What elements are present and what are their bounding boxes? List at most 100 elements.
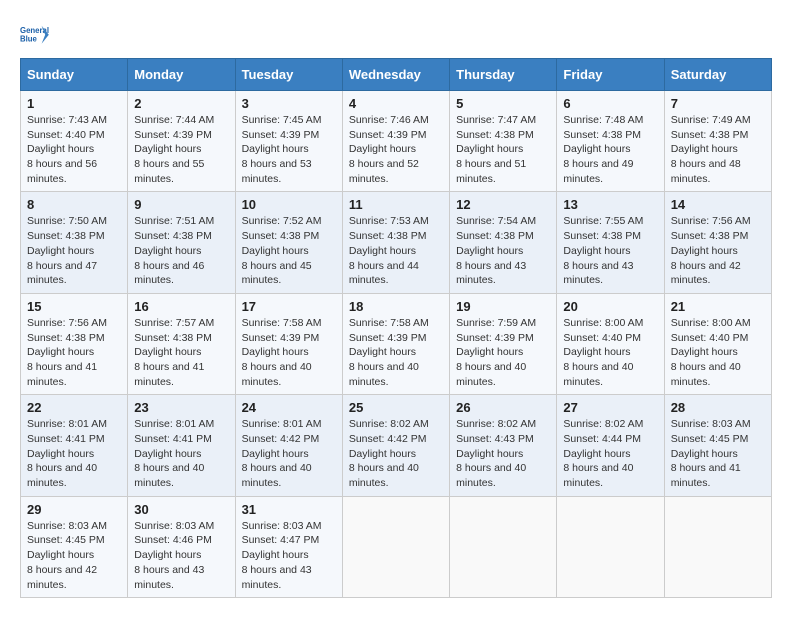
- day-detail: Sunrise: 7:59 AM Sunset: 4:39 PM Dayligh…: [456, 316, 550, 389]
- sunset-label: Sunset:: [456, 129, 495, 141]
- daylight-label: Daylight hours: [456, 448, 523, 460]
- daylight-label: Daylight hours: [349, 143, 416, 155]
- calendar-cell: 18 Sunrise: 7:58 AM Sunset: 4:39 PM Dayl…: [342, 293, 449, 394]
- day-number: 27: [563, 400, 657, 415]
- daylight-label: Daylight hours: [134, 346, 201, 358]
- calendar-cell: 23 Sunrise: 8:01 AM Sunset: 4:41 PM Dayl…: [128, 395, 235, 496]
- sunset-label: Sunset:: [563, 433, 602, 445]
- day-detail: Sunrise: 8:03 AM Sunset: 4:46 PM Dayligh…: [134, 519, 228, 592]
- day-number: 19: [456, 299, 550, 314]
- day-detail: Sunrise: 7:56 AM Sunset: 4:38 PM Dayligh…: [27, 316, 121, 389]
- calendar-cell: 10 Sunrise: 7:52 AM Sunset: 4:38 PM Dayl…: [235, 192, 342, 293]
- header-day-friday: Friday: [557, 59, 664, 91]
- daylight-label: Daylight hours: [671, 346, 738, 358]
- sunset-label: Sunset:: [671, 433, 710, 445]
- day-detail: Sunrise: 8:02 AM Sunset: 4:42 PM Dayligh…: [349, 417, 443, 490]
- day-detail: Sunrise: 8:02 AM Sunset: 4:43 PM Dayligh…: [456, 417, 550, 490]
- calendar-cell: 31 Sunrise: 8:03 AM Sunset: 4:47 PM Dayl…: [235, 496, 342, 597]
- sunset-label: Sunset:: [456, 433, 495, 445]
- day-detail: Sunrise: 7:53 AM Sunset: 4:38 PM Dayligh…: [349, 214, 443, 287]
- calendar-cell: 8 Sunrise: 7:50 AM Sunset: 4:38 PM Dayli…: [21, 192, 128, 293]
- daylight-label: Daylight hours: [563, 448, 630, 460]
- daylight-label: Daylight hours: [563, 143, 630, 155]
- sunrise-label: Sunrise:: [671, 418, 712, 430]
- daylight-label: Daylight hours: [27, 549, 94, 561]
- sunset-label: Sunset:: [242, 433, 281, 445]
- sunset-label: Sunset:: [456, 230, 495, 242]
- day-number: 12: [456, 197, 550, 212]
- calendar-cell: [664, 496, 771, 597]
- calendar-cell: 21 Sunrise: 8:00 AM Sunset: 4:40 PM Dayl…: [664, 293, 771, 394]
- day-number: 16: [134, 299, 228, 314]
- daylight-label: Daylight hours: [456, 143, 523, 155]
- sunrise-label: Sunrise:: [27, 520, 68, 532]
- day-detail: Sunrise: 7:54 AM Sunset: 4:38 PM Dayligh…: [456, 214, 550, 287]
- sunset-label: Sunset:: [349, 230, 388, 242]
- daylight-label: Daylight hours: [456, 346, 523, 358]
- day-number: 30: [134, 502, 228, 517]
- day-detail: Sunrise: 7:43 AM Sunset: 4:40 PM Dayligh…: [27, 113, 121, 186]
- calendar-week-1: 1 Sunrise: 7:43 AM Sunset: 4:40 PM Dayli…: [21, 91, 772, 192]
- daylight-label: Daylight hours: [563, 346, 630, 358]
- day-detail: Sunrise: 8:03 AM Sunset: 4:45 PM Dayligh…: [27, 519, 121, 592]
- daylight-label: Daylight hours: [27, 143, 94, 155]
- page-header: GeneralBlue: [20, 20, 772, 50]
- sunset-label: Sunset:: [349, 433, 388, 445]
- day-number: 17: [242, 299, 336, 314]
- sunrise-label: Sunrise:: [134, 317, 175, 329]
- calendar-cell: 4 Sunrise: 7:46 AM Sunset: 4:39 PM Dayli…: [342, 91, 449, 192]
- sunset-label: Sunset:: [27, 534, 66, 546]
- day-number: 1: [27, 96, 121, 111]
- calendar-week-4: 22 Sunrise: 8:01 AM Sunset: 4:41 PM Dayl…: [21, 395, 772, 496]
- sunrise-label: Sunrise:: [27, 418, 68, 430]
- daylight-label: Daylight hours: [27, 245, 94, 257]
- day-number: 9: [134, 197, 228, 212]
- sunset-label: Sunset:: [563, 129, 602, 141]
- sunset-label: Sunset:: [242, 534, 281, 546]
- sunrise-label: Sunrise:: [27, 317, 68, 329]
- daylight-label: Daylight hours: [671, 143, 738, 155]
- day-number: 31: [242, 502, 336, 517]
- daylight-label: Daylight hours: [349, 245, 416, 257]
- daylight-label: Daylight hours: [671, 448, 738, 460]
- day-number: 24: [242, 400, 336, 415]
- day-detail: Sunrise: 7:52 AM Sunset: 4:38 PM Dayligh…: [242, 214, 336, 287]
- calendar-week-3: 15 Sunrise: 7:56 AM Sunset: 4:38 PM Dayl…: [21, 293, 772, 394]
- day-number: 10: [242, 197, 336, 212]
- sunrise-label: Sunrise:: [27, 215, 68, 227]
- daylight-label: Daylight hours: [242, 346, 309, 358]
- calendar-table: SundayMondayTuesdayWednesdayThursdayFrid…: [20, 58, 772, 598]
- calendar-cell: 1 Sunrise: 7:43 AM Sunset: 4:40 PM Dayli…: [21, 91, 128, 192]
- day-number: 21: [671, 299, 765, 314]
- calendar-cell: 9 Sunrise: 7:51 AM Sunset: 4:38 PM Dayli…: [128, 192, 235, 293]
- sunrise-label: Sunrise:: [456, 114, 497, 126]
- sunset-label: Sunset:: [242, 129, 281, 141]
- sunset-label: Sunset:: [27, 230, 66, 242]
- sunset-label: Sunset:: [242, 332, 281, 344]
- calendar-cell: 28 Sunrise: 8:03 AM Sunset: 4:45 PM Dayl…: [664, 395, 771, 496]
- calendar-cell: 22 Sunrise: 8:01 AM Sunset: 4:41 PM Dayl…: [21, 395, 128, 496]
- header-day-wednesday: Wednesday: [342, 59, 449, 91]
- calendar-cell: 25 Sunrise: 8:02 AM Sunset: 4:42 PM Dayl…: [342, 395, 449, 496]
- day-number: 18: [349, 299, 443, 314]
- calendar-cell: 3 Sunrise: 7:45 AM Sunset: 4:39 PM Dayli…: [235, 91, 342, 192]
- daylight-label: Daylight hours: [242, 448, 309, 460]
- calendar-cell: 7 Sunrise: 7:49 AM Sunset: 4:38 PM Dayli…: [664, 91, 771, 192]
- day-number: 8: [27, 197, 121, 212]
- calendar-cell: 6 Sunrise: 7:48 AM Sunset: 4:38 PM Dayli…: [557, 91, 664, 192]
- day-detail: Sunrise: 7:48 AM Sunset: 4:38 PM Dayligh…: [563, 113, 657, 186]
- day-number: 26: [456, 400, 550, 415]
- header-day-monday: Monday: [128, 59, 235, 91]
- header-day-thursday: Thursday: [450, 59, 557, 91]
- daylight-label: Daylight hours: [134, 143, 201, 155]
- sunrise-label: Sunrise:: [134, 215, 175, 227]
- sunrise-label: Sunrise:: [563, 215, 604, 227]
- day-detail: Sunrise: 7:45 AM Sunset: 4:39 PM Dayligh…: [242, 113, 336, 186]
- daylight-label: Daylight hours: [349, 448, 416, 460]
- daylight-label: Daylight hours: [27, 448, 94, 460]
- day-detail: Sunrise: 7:58 AM Sunset: 4:39 PM Dayligh…: [242, 316, 336, 389]
- calendar-cell: 29 Sunrise: 8:03 AM Sunset: 4:45 PM Dayl…: [21, 496, 128, 597]
- sunrise-label: Sunrise:: [134, 114, 175, 126]
- day-number: 20: [563, 299, 657, 314]
- calendar-cell: [450, 496, 557, 597]
